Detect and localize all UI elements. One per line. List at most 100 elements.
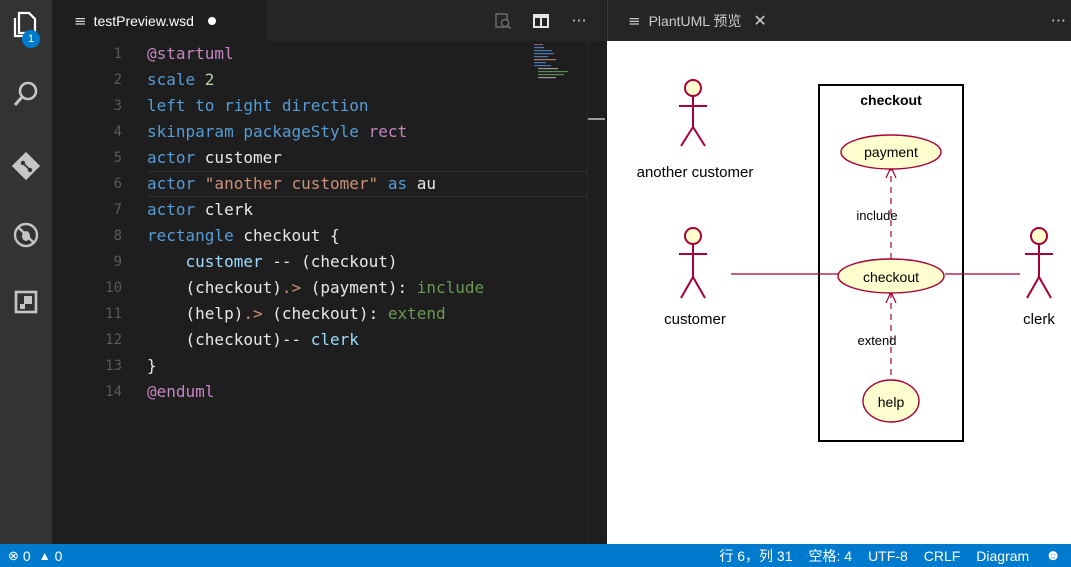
line-number: 14 (105, 384, 122, 400)
code-line[interactable]: actor customer (147, 145, 282, 171)
warning-icon: ▲ (38, 548, 51, 563)
error-count: 0 (22, 547, 31, 564)
plantuml-preview: checkout include extend payment checkout… (607, 41, 1071, 544)
split-editor-icon (533, 13, 549, 28)
close-icon[interactable]: ✕ (753, 11, 766, 30)
search-button[interactable] (0, 70, 52, 118)
code-editor[interactable]: 1 2 3 4 5 6 7 8 9 10 11 12 13 14 @startuml scale 2 left… (52, 41, 606, 544)
file-lines-icon: ≡ (628, 11, 641, 30)
code-token: rectangle (147, 226, 244, 245)
code-line[interactable]: skinparam packageStyle rect (147, 119, 407, 145)
editor-scrollbar[interactable] (587, 41, 606, 544)
code-token: rect (368, 122, 408, 141)
code-token: 2 (204, 70, 215, 89)
tab-plantuml-preview[interactable]: ≡ PlantUML 预览 ✕ (608, 0, 767, 41)
ellipsis-icon: ··· (571, 11, 587, 30)
encoding[interactable]: UTF-8 (868, 548, 908, 564)
code-line[interactable]: left to right direction (147, 93, 369, 119)
code-token: checkout { (243, 226, 340, 245)
code-line[interactable]: (checkout).> (payment): include (147, 275, 485, 301)
actor-another-customer (679, 79, 707, 147)
code-line[interactable]: rectangle checkout { (147, 223, 340, 249)
line-number: 13 (105, 358, 122, 374)
preview-tab-bar: ≡ PlantUML 预览 ✕ ··· (607, 0, 1071, 41)
actor-customer (679, 227, 707, 299)
indentation[interactable]: 空格: 4 (808, 546, 852, 566)
usecase-checkout-label: checkout (863, 269, 919, 285)
unsaved-dot-icon[interactable] (207, 16, 216, 25)
language-mode[interactable]: Diagram (976, 548, 1029, 564)
actor-clerk (1025, 227, 1053, 299)
code-line[interactable]: } (147, 353, 157, 379)
code-line[interactable]: scale 2 (147, 67, 214, 93)
source-control-button[interactable] (0, 142, 52, 190)
code-token: .> (243, 304, 273, 323)
code-token: : (397, 278, 417, 297)
usecase-help-label: help (878, 394, 905, 410)
problems-indicator[interactable]: ⊗ 0 ▲ 0 (8, 544, 62, 567)
code-token: -- (281, 330, 311, 349)
tab-title: testPreview.wsd (93, 12, 194, 29)
feedback-smiley-icon[interactable]: ☻ (1045, 547, 1061, 564)
code-token: actor (147, 200, 205, 219)
code-token: clerk (204, 200, 253, 219)
line-number: 7 (113, 202, 122, 218)
editor-actions: ··· (484, 0, 598, 41)
actor-customer-label: customer (664, 311, 726, 328)
code-token: actor (147, 174, 205, 193)
line-number: 1 (113, 46, 122, 62)
code-token: skinparam packageStyle (147, 122, 369, 141)
code-token: (checkout) (147, 330, 282, 349)
code-line[interactable]: actor "another customer" as au (147, 171, 436, 197)
code-token: (checkout) (301, 252, 398, 271)
split-editor-button[interactable] (522, 12, 560, 30)
debug-icon (13, 222, 39, 248)
code-token: include (416, 278, 485, 297)
code-line[interactable]: actor clerk (147, 197, 253, 223)
warning-count: 0 (54, 547, 63, 564)
code-token: (checkout) (272, 304, 369, 323)
code-token: "another customer" (204, 174, 379, 193)
tab-test-preview[interactable]: ≡ testPreview.wsd (52, 0, 267, 41)
code-token: : (368, 304, 388, 323)
line-number: 4 (113, 124, 122, 140)
preview-more-actions-button[interactable]: ··· (1051, 0, 1066, 41)
explorer-button[interactable]: 1 (0, 0, 52, 48)
code-token: customer (204, 148, 282, 167)
open-preview-button[interactable] (484, 12, 522, 30)
code-token: clerk (310, 330, 359, 349)
git-icon (11, 151, 41, 181)
end-of-line[interactable]: CRLF (924, 548, 961, 564)
code-line[interactable]: customer -- (checkout) (147, 249, 398, 275)
code-token: (checkout) (147, 278, 282, 297)
minimap[interactable] (534, 43, 586, 81)
code-line[interactable]: (help).> (checkout): extend (147, 301, 446, 327)
status-right: 行 6，列 31 空格: 4 UTF-8 CRLF Diagram ☻ (703, 544, 1061, 567)
package-title: checkout (860, 92, 922, 108)
preview-tab-title: PlantUML 预览 (648, 12, 742, 29)
cursor-position[interactable]: 行 6，列 31 (719, 546, 792, 566)
activity-bar: 1 (0, 0, 52, 544)
code-token: @enduml (147, 382, 215, 401)
code-token: left to right direction (147, 96, 369, 115)
code-line[interactable]: @startuml (147, 41, 234, 67)
code-token: @startuml (147, 44, 234, 63)
line-number: 11 (105, 306, 122, 322)
more-actions-button[interactable]: ··· (560, 11, 598, 30)
code-line[interactable]: @enduml (147, 379, 214, 405)
actor-another-customer-label: another customer (637, 164, 754, 181)
code-token: .> (281, 278, 311, 297)
line-number: 2 (113, 72, 122, 88)
code-token: } (147, 356, 157, 375)
search-icon (13, 81, 38, 106)
code-line[interactable]: (checkout)-- clerk (147, 327, 359, 353)
extensions-icon (14, 290, 38, 314)
code-token: (payment) (310, 278, 398, 297)
line-number: 9 (113, 254, 122, 270)
code-token: customer (147, 252, 273, 271)
debug-button[interactable] (0, 211, 52, 259)
line-number: 6 (113, 176, 122, 192)
extensions-button[interactable] (0, 278, 52, 326)
uml-diagram: checkout include extend payment checkout… (637, 79, 1055, 442)
scroll-cursor-marker (588, 118, 605, 120)
